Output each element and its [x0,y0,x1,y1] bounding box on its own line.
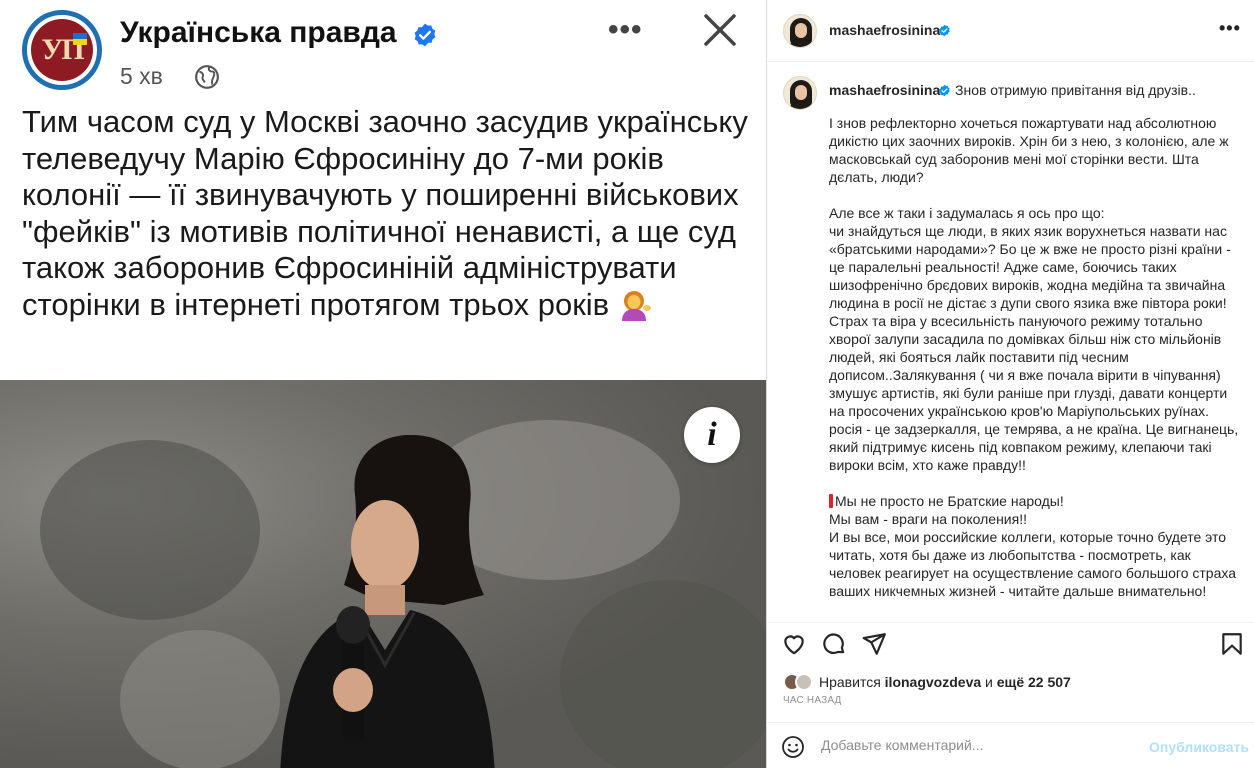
person-figure [280,435,495,768]
likes-count[interactable]: ещё 22 507 [997,674,1071,690]
info-glyph: i [707,416,717,453]
header-username[interactable]: mashaefrosinina [829,22,940,38]
caption-text: І знов рефлекторно хочеться пожартувати … [829,114,1239,600]
person-tipping-hand-icon [621,290,651,321]
more-horizontal-icon: ••• [608,13,643,46]
more-options-button[interactable]: ••• [1219,18,1241,39]
liker-avatar [795,673,813,691]
page-logo: УП [22,10,102,90]
emoji-icon[interactable] [781,735,805,759]
caption-russian-rest: Мы вам - враги на поколения!! И вы все, … [829,511,1236,599]
info-icon: i [684,407,740,463]
verified-badge-icon [939,84,950,97]
exclamation-mark-icon [829,494,833,508]
likes-summary[interactable]: Нравится ilonagvozdeva и ещё 22 507 [783,672,1071,692]
caption-area: mashaefrosinina Знов отримую привітання … [767,62,1254,622]
globe-icon [195,65,219,89]
caption-paragraph-russian: Мы не просто не Братские народы! Мы вам … [829,492,1239,600]
comment-input[interactable] [821,737,1141,753]
page-name: Українська правда [120,16,397,49]
bookmark-icon[interactable] [1219,631,1245,657]
post-header: mashaefrosinina ••• [767,0,1254,62]
caption-russian-first: Мы не просто не Братские народы! [835,493,1064,509]
likes-prefix: Нравится [819,674,881,690]
verified-badge-icon [939,24,950,37]
fb-post-header: УП Українська правда 5 хв ••• [0,0,766,100]
caption-first-line: Знов отримую привітання від друзів.. [955,82,1196,98]
ukraine-flag-icon [73,33,87,45]
post-text: Тим часом суд у Москві заочно засудив ук… [22,104,752,323]
post-photo [0,380,766,768]
post-media: УП Українська правда 5 хв ••• Тим часом … [0,0,766,768]
caption-paragraph: Але все ж таки і задумалась я ось про що… [829,205,1239,473]
caption-username[interactable]: mashaefrosinina [829,82,940,98]
publish-button[interactable]: Опубликовать [1149,739,1249,755]
avatar[interactable] [783,76,817,110]
close-icon [704,14,736,46]
instagram-side-panel: mashaefrosinina ••• mashaefrosinina Знов… [766,0,1254,768]
avatar[interactable] [783,14,817,48]
post-timestamp[interactable]: ЧАС НАЗАД [783,695,842,706]
likes-conjunction: и [985,674,993,690]
action-bar [767,622,1254,666]
comment-icon[interactable] [821,631,847,657]
share-icon[interactable] [861,631,887,657]
verified-badge-icon [414,23,436,47]
liker-username[interactable]: ilonagvozdeva [885,674,981,690]
caption-paragraph: І знов рефлекторно хочеться пожартувати … [829,115,1229,185]
heart-icon[interactable] [781,631,807,657]
post-time: 5 хв [120,63,163,89]
comment-bar: Опубликовать [767,722,1254,768]
